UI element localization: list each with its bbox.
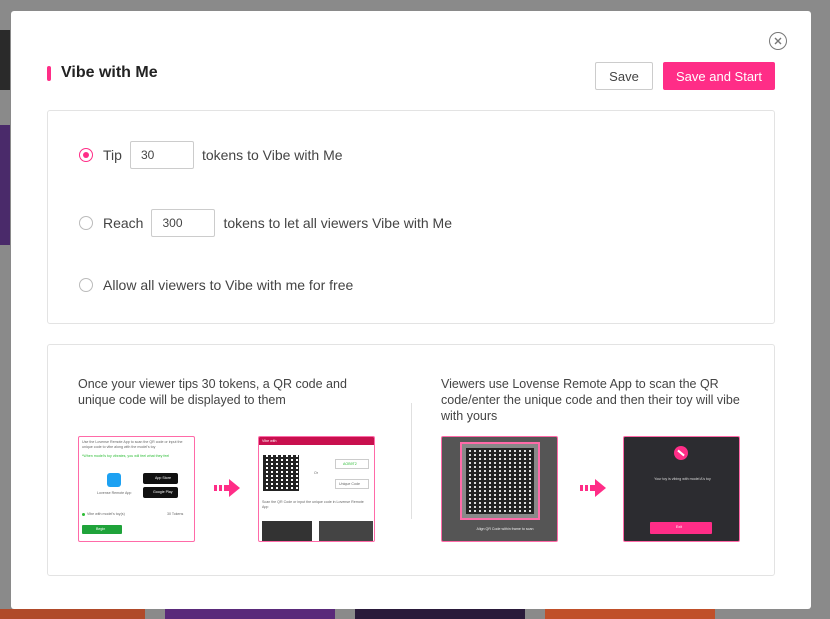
background-thumbnail <box>0 125 10 245</box>
modal-title: Vibe with Me <box>61 64 158 81</box>
thumb2-or: Or <box>314 471 318 475</box>
preview-tip-popup: Use the Lovense Remote App to scan the Q… <box>78 436 195 542</box>
vibe-status-icon <box>674 446 688 460</box>
preview-vibing-screen: Your toy is vibing with model A's toy Ex… <box>623 436 740 542</box>
thumb3-caption: Align QR Code within frame to scan <box>476 527 534 531</box>
radio-reach[interactable] <box>79 216 93 230</box>
close-icon[interactable] <box>769 32 787 50</box>
thumb1-note: *When model's toy vibrates, you will fee… <box>82 454 170 458</box>
thumb1-tokens: 30 Tokens <box>167 512 184 516</box>
how-it-works-panel: Once your viewer tips 30 tokens, a QR co… <box>47 344 775 576</box>
app-screenshot <box>262 521 312 541</box>
vibe-options-panel: Tip tokens to Vibe with Me Reach tokens … <box>47 110 775 324</box>
preview-qr-popup: Vibe with Or AOB9T2 Unique Code Scan the… <box>258 436 375 542</box>
save-and-start-button[interactable]: Save and Start <box>663 62 775 90</box>
option-tip-suffix: tokens to Vibe with Me <box>201 147 343 163</box>
lovense-app-icon <box>107 473 121 487</box>
reach-tokens-input[interactable] <box>151 209 216 237</box>
option-free[interactable]: Allow all viewers to Vibe with me for fr… <box>79 277 353 293</box>
unique-code-box: AOB9T2 <box>335 459 369 469</box>
info-left-text: Once your viewer tips 30 tokens, a QR co… <box>78 377 347 407</box>
background-thumbnail <box>165 609 335 619</box>
thumb1-vibe-label: Vibe with model's toy(s) <box>87 512 125 516</box>
preview-scan-screen: Align QR Code within frame to scan <box>441 436 558 542</box>
arrow-icon <box>214 479 240 497</box>
unique-code-label-box: Unique Code <box>335 479 369 489</box>
thumb2-instructions: Scan the QR Code or input the unique cod… <box>262 500 364 509</box>
vibe-with-me-modal: Vibe with Me Save Save and Start Tip tok… <box>11 11 811 609</box>
option-reach-label: Reach <box>103 215 144 231</box>
thumb2-header: Vibe with <box>259 437 374 445</box>
qr-code <box>263 455 299 491</box>
option-reach-suffix: tokens to let all viewers Vibe with Me <box>223 215 452 231</box>
background-thumbnail <box>0 30 10 90</box>
radio-free[interactable] <box>79 278 93 292</box>
vibe-radio <box>82 513 85 516</box>
save-button[interactable]: Save <box>595 62 653 90</box>
option-free-label: Allow all viewers to Vibe with me for fr… <box>103 277 354 293</box>
option-tip-label: Tip <box>103 147 122 163</box>
info-right-text: Viewers use Lovense Remote App to scan t… <box>441 377 740 423</box>
title-accent-bar <box>47 65 51 81</box>
app-store-badge: App Store <box>143 473 178 484</box>
google-play-badge: Google Play <box>143 487 178 498</box>
background-thumbnail <box>545 609 715 619</box>
qr-code <box>466 448 534 514</box>
thumb1-app-label: Lovense Remote App <box>97 491 132 495</box>
radio-tip[interactable] <box>79 148 93 162</box>
app-screenshot <box>319 521 373 541</box>
divider <box>411 403 412 519</box>
background-thumbnail <box>0 609 145 619</box>
background-thumbnail <box>355 609 525 619</box>
thumb1-instructions: Use the Lovense Remote App to scan the Q… <box>82 440 183 449</box>
thumb4-message: Your toy is vibing with model A's toy <box>654 477 711 481</box>
option-tip[interactable]: Tip tokens to Vibe with Me <box>79 141 343 169</box>
arrow-icon <box>580 479 606 497</box>
exit-button: Exit <box>650 522 712 534</box>
begin-button: Begin <box>82 525 122 534</box>
option-reach[interactable]: Reach tokens to let all viewers Vibe wit… <box>79 209 452 237</box>
tip-tokens-input[interactable] <box>129 141 194 169</box>
scan-frame <box>460 442 540 520</box>
modal-header: Vibe with Me <box>47 64 158 82</box>
